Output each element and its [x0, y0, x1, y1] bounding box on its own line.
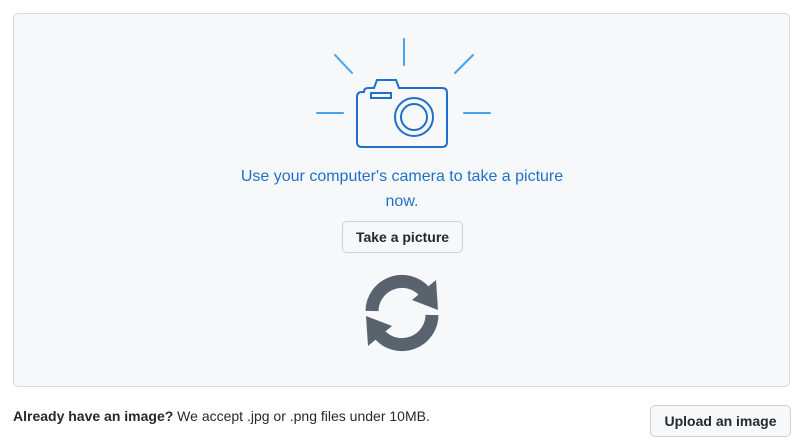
- camera-prompt: Use your computer's camera to take a pic…: [240, 168, 564, 210]
- upload-help-description: We accept .jpg or .png files under 10MB.: [173, 408, 430, 424]
- refresh-icon[interactable]: [362, 273, 442, 353]
- upload-image-button[interactable]: Upload an image: [650, 405, 791, 437]
- camera-capture-panel: Use your computer's camera to take a pic…: [13, 13, 790, 387]
- camera-icon: [316, 38, 491, 148]
- take-picture-button[interactable]: Take a picture: [342, 221, 463, 253]
- upload-help-text: Already have an image? We accept .jpg or…: [13, 406, 430, 426]
- upload-help-lead: Already have an image?: [13, 408, 174, 424]
